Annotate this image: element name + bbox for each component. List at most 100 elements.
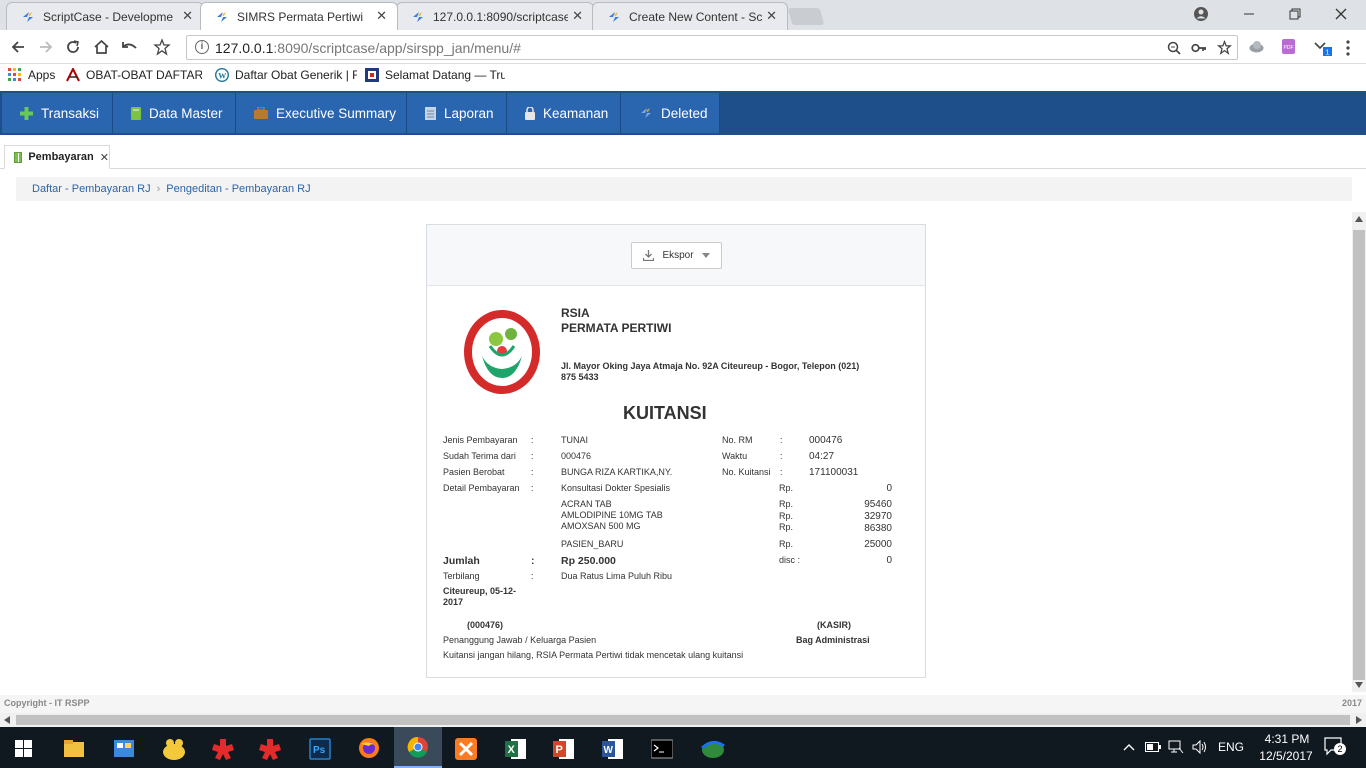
receipt-note: Kuitansi jangan hilang, RSIA Permata Per… [443,650,744,660]
export-button[interactable]: Ekspor [631,242,722,269]
address-line2: 875 5433 [561,372,599,382]
close-tab-icon[interactable]: ✕ [100,151,109,164]
pdf-extension-icon[interactable]: PDF [1281,38,1296,55]
place-date-line2: 2017 [443,597,464,607]
menu-item-deleted[interactable]: Deleted [621,93,720,133]
photoshop-icon[interactable]: Ps [309,738,331,760]
windows-start-icon[interactable] [15,740,32,757]
export-label: Ekspor [662,250,694,261]
bookmark-star-icon[interactable] [153,38,171,56]
browser-tab-simrs[interactable]: SIMRS Permata Pertiwi ✕ [200,2,398,30]
home-icon[interactable] [93,38,110,55]
chrome-taskbar-button[interactable] [394,727,442,768]
menu-item-label: Deleted [661,105,708,121]
browser-tab-create-content[interactable]: Create New Content - Sc ✕ [592,2,788,30]
network-icon[interactable] [1168,740,1184,754]
document-icon [425,106,436,120]
copyright-text: Copyright - IT RSPP [4,698,90,708]
profile-icon[interactable] [1193,6,1209,22]
discount-value: 0 [886,555,892,566]
powerpoint-icon[interactable]: P [553,738,575,760]
battery-icon[interactable] [1145,742,1161,752]
language-indicator[interactable]: ENG [1218,740,1244,754]
bookmark-apps[interactable]: Apps [8,68,55,82]
detail-item-currency: Rp. [779,511,794,521]
menu-item-laporan[interactable]: Laporan [407,93,507,133]
bookmark-selamat-datang[interactable]: Selamat Datang — Tru [365,68,505,82]
close-icon[interactable]: ✕ [182,8,193,24]
detail-item-amount: 86380 [864,523,892,534]
close-icon[interactable]: ✕ [572,8,583,24]
field-value-kuitansi: 171100031 [809,467,859,478]
word-icon[interactable]: W [602,738,624,760]
file-explorer-icon[interactable] [63,738,85,760]
field-label-kuitansi: No. Kuitansi [722,467,771,477]
bookmark-label: Selamat Datang — Tru [385,68,505,82]
close-icon[interactable]: ✕ [766,8,777,24]
horizontal-scroll-thumb[interactable] [16,715,1350,725]
terbilang-value: Dua Ratus Lima Puluh Ribu [561,571,673,581]
field-colon: : [531,571,534,581]
clock-date[interactable]: 12/5/2017 [1255,749,1317,763]
bookmark-obat-daftar[interactable]: OBAT-OBAT DAFTAR G [66,68,202,82]
extension-cloud-icon[interactable] [1248,38,1265,55]
breadcrumb-link-pengeditan[interactable]: Pengeditan - Pembayaran RJ [166,183,310,195]
restore-icon[interactable] [1288,7,1302,21]
key-icon[interactable] [1191,41,1207,55]
star-icon[interactable] [1217,40,1232,55]
scroll-down-icon[interactable] [1355,682,1363,688]
back-arrow-icon[interactable] [10,39,26,55]
field-label-waktu: Waktu [722,451,748,461]
menu-item-data-master[interactable]: Data Master [113,93,236,133]
scroll-right-icon[interactable] [1356,716,1362,724]
new-tab-button[interactable] [787,8,825,25]
action-center-button[interactable]: 2 [1324,737,1346,757]
breadcrumb-link-daftar[interactable]: Daftar - Pembayaran RJ [32,183,151,195]
org-name-line1: RSIA [561,306,590,320]
clock-time[interactable]: 4:31 PM [1259,732,1315,746]
medical-app-icon[interactable] [259,738,281,760]
browser-tab-localhost[interactable]: 127.0.0.1:8090/scriptcase ✕ [396,2,594,30]
vertical-scroll-thumb[interactable] [1353,230,1365,680]
field-label-pasien: Pasien Berobat [443,467,505,477]
signer-right-role: Bag Administrasi [796,635,870,645]
download-extension-icon[interactable]: 1 [1313,39,1335,57]
zoom-icon[interactable] [1167,41,1181,55]
window-close-icon[interactable] [1334,7,1348,21]
control-panel-icon[interactable] [113,738,135,760]
signer-left-name: (000476) [467,620,504,630]
address-bar[interactable]: i 127.0.0.1:8090/scriptcase/app/sirspp_j… [186,35,1238,60]
field-value-terima: 000476 [561,451,592,461]
close-icon[interactable]: ✕ [376,8,387,24]
forward-arrow-icon[interactable] [38,39,54,55]
app-yellow-icon[interactable] [161,736,187,762]
excel-icon[interactable]: X [505,738,527,760]
tab-pembayaran[interactable]: Pembayaran ✕ [4,145,110,169]
more-menu-icon[interactable] [1345,40,1351,56]
command-prompt-icon[interactable] [651,738,673,760]
vertical-scrollbar[interactable] [1352,212,1366,692]
globe-app-icon[interactable] [700,738,726,760]
undo-icon[interactable] [121,39,138,55]
reload-icon[interactable] [65,39,81,55]
scroll-up-icon[interactable] [1355,216,1363,222]
xampp-icon[interactable] [455,738,477,760]
medical-app-icon[interactable] [212,738,234,760]
site-icon [365,68,379,82]
volume-icon[interactable] [1192,740,1208,754]
scriptcase-icon [413,12,423,22]
horizontal-scrollbar[interactable] [0,713,1366,727]
bookmark-obat-generik[interactable]: W Daftar Obat Generik | F [215,68,357,82]
info-icon[interactable]: i [195,40,209,54]
menu-item-label: Data Master [149,105,223,121]
menu-item-executive-summary[interactable]: Executive Summary [236,93,407,133]
scroll-left-icon[interactable] [4,716,10,724]
menu-item-transaksi[interactable]: Transaksi [2,93,113,133]
firefox-icon[interactable] [358,737,380,759]
browser-tab-scriptcase[interactable]: ScriptCase - Developme ✕ [6,2,204,30]
total-value: Rp 250.000 [561,555,616,567]
minimize-icon[interactable] [1242,7,1256,21]
tray-expand-icon[interactable] [1123,743,1135,751]
menu-item-keamanan[interactable]: Keamanan [507,93,621,133]
place-date-line1: Citeureup, 05-12- [443,586,517,596]
